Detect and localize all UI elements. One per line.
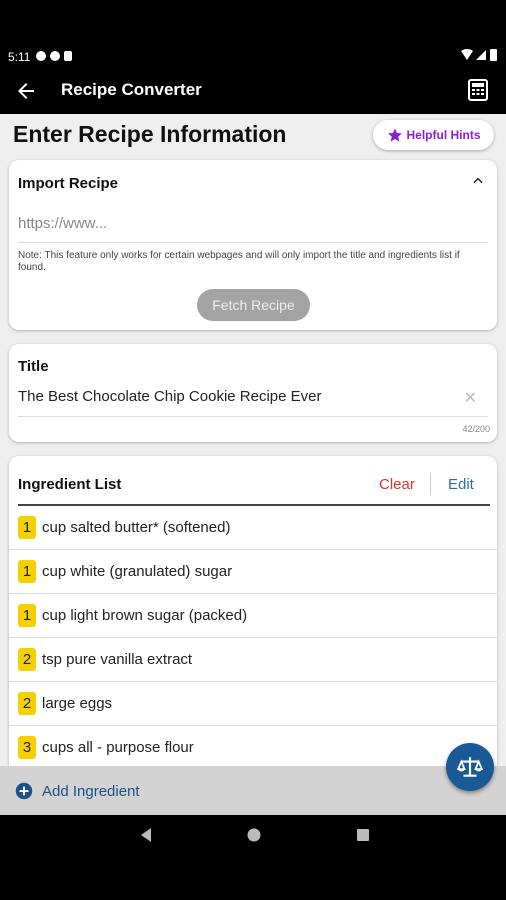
clear-ingredients-button[interactable]: Clear: [379, 476, 415, 493]
ingredient-text: large eggs: [42, 695, 113, 712]
import-note: Note: This feature only works for certai…: [18, 250, 460, 273]
star-icon: [387, 128, 402, 142]
recipe-url-input[interactable]: https://www...: [18, 215, 488, 232]
scale-fab-button[interactable]: [446, 743, 494, 791]
ingredient-row[interactable]: 1 cup light brown sugar (packed): [9, 594, 497, 638]
import-recipe-card: Import Recipe https://www... Note: This …: [9, 160, 497, 330]
fetch-recipe-button[interactable]: Fetch Recipe: [197, 289, 310, 321]
calculator-icon[interactable]: [466, 78, 490, 102]
ingredient-list-card: Ingredient List Clear Edit 1 cup salted …: [9, 456, 497, 815]
ingredient-text: tsp pure vanilla extract: [42, 651, 193, 668]
ingredient-row[interactable]: 3 cups all - purpose flour: [9, 726, 497, 770]
title-input[interactable]: The Best Chocolate Chip Cookie Recipe Ev…: [18, 388, 322, 405]
nav-back-icon[interactable]: [138, 827, 154, 843]
app-bar: Recipe Converter: [0, 68, 506, 114]
title-input-underline: [18, 416, 488, 417]
ingredient-text: cup light brown sugar (packed): [42, 607, 248, 624]
scale-icon: [457, 757, 483, 777]
import-recipe-header: Import Recipe: [18, 175, 119, 192]
status-time: 5:11: [8, 50, 31, 64]
arrow-left-icon[interactable]: [14, 79, 38, 103]
ingredient-row[interactable]: 2 tsp pure vanilla extract: [9, 638, 497, 682]
plus-circle-icon: [15, 782, 33, 800]
edit-ingredients-button[interactable]: Edit: [448, 476, 474, 493]
title-char-counter: 42/200: [462, 424, 490, 434]
clear-title-icon[interactable]: ✕: [464, 388, 477, 408]
app-title: Recipe Converter: [61, 80, 202, 99]
ingredient-list-header: Ingredient List: [18, 476, 122, 493]
helpful-hints-label: Helpful Hints: [406, 128, 481, 142]
add-ingredient-button[interactable]: Add Ingredient: [15, 776, 140, 806]
status-bar: 5:11: [0, 0, 506, 64]
url-input-underline: [18, 242, 488, 243]
nav-home-icon[interactable]: [246, 827, 262, 843]
title-card: Title The Best Chocolate Chip Cookie Rec…: [9, 344, 497, 442]
title-label: Title: [18, 358, 49, 375]
helpful-hints-button[interactable]: Helpful Hints: [373, 120, 494, 150]
ingredient-quantity: 1: [18, 560, 36, 583]
chevron-up-icon[interactable]: [471, 174, 485, 188]
system-nav-bar: [0, 815, 506, 900]
page-title: Enter Recipe Information: [13, 121, 287, 147]
ingredient-quantity: 1: [18, 604, 36, 627]
main-content: Enter Recipe Information Helpful Hints I…: [0, 114, 506, 815]
ingredient-quantity: 1: [18, 516, 36, 539]
header-divider: [430, 473, 431, 495]
ingredient-quantity: 3: [18, 736, 36, 759]
notification-icons: [36, 51, 72, 61]
ingredient-text: cup white (granulated) sugar: [42, 563, 233, 580]
ingredient-text: cup salted butter* (softened): [42, 519, 231, 536]
ingredient-quantity: 2: [18, 648, 36, 671]
add-ingredient-label: Add Ingredient: [42, 782, 140, 800]
ingredient-row[interactable]: 1 cup salted butter* (softened): [9, 506, 497, 550]
ingredient-quantity: 2: [18, 692, 36, 715]
ingredient-row[interactable]: 2 large eggs: [9, 682, 497, 726]
system-status-icons: [461, 49, 497, 61]
nav-recents-icon[interactable]: [355, 827, 371, 843]
ingredient-row[interactable]: 1 cup white (granulated) sugar: [9, 550, 497, 594]
ingredient-text: cups all - purpose flour: [42, 739, 194, 756]
